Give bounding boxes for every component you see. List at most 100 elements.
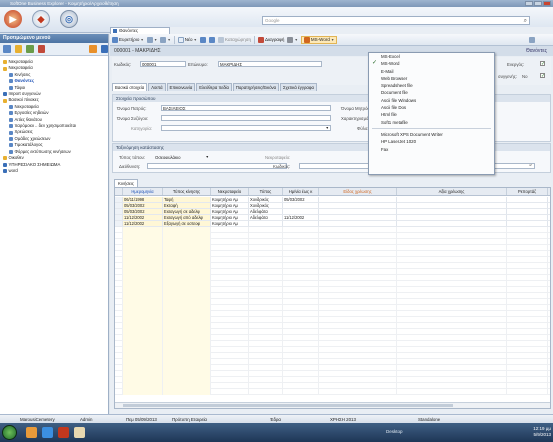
add-icon[interactable] — [26, 45, 34, 53]
scrollbar-thumb[interactable] — [123, 404, 453, 407]
start-button[interactable] — [2, 425, 17, 440]
document-tab[interactable]: Θανόντες — [110, 27, 170, 34]
empty-cell[interactable] — [115, 389, 123, 395]
row-selector[interactable] — [115, 209, 123, 214]
grid-column-header[interactable]: Είδος χρέωσης — [319, 188, 397, 195]
table-cell[interactable] — [507, 221, 548, 226]
surname-field[interactable]: ΜΑΚΡΙΔΗΣ — [218, 61, 322, 67]
row-selector[interactable] — [115, 197, 123, 202]
explorer-icon[interactable] — [26, 427, 37, 438]
new-button[interactable]: Νέο ▼ — [177, 36, 197, 43]
softone-logo-icon[interactable]: ▶ — [4, 10, 22, 28]
table-cell[interactable] — [283, 221, 319, 226]
export-menu-item[interactable]: Html file — [369, 111, 494, 118]
table-cell[interactable]: Ταφή — [163, 197, 211, 202]
record-tab[interactable]: Παρατηρήσεις/Εικόνα — [232, 83, 280, 91]
table-cell[interactable] — [319, 215, 397, 220]
table-cell[interactable]: Εισαγωγή από αδελφ — [163, 215, 211, 220]
code-field[interactable]: 000001 — [140, 61, 186, 67]
export-menu-item[interactable]: ✓ MS-Word — [369, 60, 494, 67]
softone-icon[interactable] — [58, 427, 69, 438]
relative-checkbox[interactable]: ✓ — [540, 73, 545, 79]
table-cell[interactable]: Εισαγωγή σε αδελφ — [163, 209, 211, 214]
empty-cell[interactable] — [507, 389, 548, 395]
table-cell[interactable] — [397, 203, 507, 208]
find-button[interactable]: Ευρετήριο ▼ — [112, 36, 144, 43]
empty-cell[interactable] — [249, 389, 283, 395]
search-input[interactable]: Google ⌕ — [262, 16, 530, 25]
export-menu-item[interactable]: Ascii file Windows — [369, 97, 494, 104]
table-cell[interactable] — [283, 209, 319, 214]
table-cell[interactable]: 06/11/1998 — [123, 197, 163, 202]
search-icon[interactable]: ⌕ — [524, 17, 527, 25]
record-tab[interactable]: Βασικά στοιχεία — [112, 83, 148, 91]
export-menu-item[interactable]: Document file — [369, 89, 494, 96]
minimize-button[interactable] — [525, 1, 533, 6]
row-selector[interactable] — [115, 215, 123, 220]
grid-column-header[interactable]: Ημ/νία έως κ — [283, 188, 319, 195]
table-cell[interactable] — [397, 197, 507, 202]
empty-cell[interactable] — [283, 389, 319, 395]
refresh-button[interactable]: ▼ — [146, 36, 157, 43]
row-selector[interactable] — [115, 203, 123, 208]
folder-icon[interactable] — [14, 45, 22, 53]
export-menu-item[interactable]: Soft1 metafile — [369, 119, 494, 126]
export-menu-item[interactable]: E-Mail — [369, 68, 494, 75]
table-cell[interactable] — [507, 203, 548, 208]
empty-cell[interactable] — [163, 389, 211, 395]
table-cell[interactable] — [319, 197, 397, 202]
search-icon[interactable]: ⌕ — [529, 164, 532, 168]
refresh-icon[interactable] — [100, 45, 108, 53]
table-cell[interactable] — [249, 221, 283, 226]
first-record-button[interactable] — [200, 36, 207, 43]
empty-cell[interactable] — [319, 389, 397, 395]
tools-button[interactable] — [529, 36, 535, 43]
father-field[interactable]: ΒΑΣΙΛΕΙΟΣ — [161, 105, 331, 111]
table-cell[interactable] — [283, 203, 319, 208]
empty-cell[interactable] — [211, 389, 249, 395]
table-cell[interactable]: Κοιμητήριο Αμ — [211, 215, 249, 220]
grid-column-header[interactable]: Τύπος — [249, 188, 283, 195]
delete-icon[interactable] — [37, 45, 45, 53]
record-tab[interactable]: Λοιπά — [148, 83, 166, 91]
table-cell[interactable]: 11/12/2002 — [123, 215, 163, 220]
export-menu-item[interactable]: Ascii file Dos — [369, 104, 494, 111]
table-cell[interactable]: 05/03/2002 — [123, 203, 163, 208]
desktop-toolbar-label[interactable]: Desktop — [386, 429, 403, 434]
table-cell[interactable]: Εξαγωγή σε οστεοφ — [163, 221, 211, 226]
table-cell[interactable]: Χονδρικός — [249, 203, 283, 208]
export-menu-item[interactable]: Web Browser — [369, 75, 494, 82]
browser-icon[interactable] — [42, 427, 53, 438]
table-cell[interactable] — [507, 215, 548, 220]
table-cell[interactable]: Κοιμητήριο Αμ — [211, 197, 249, 202]
row-selector[interactable] — [115, 221, 123, 226]
grid-column-header[interactable]: Τύπος κίνησης — [163, 188, 211, 195]
table-cell[interactable]: Αδελφάτα — [249, 209, 283, 214]
grid-column-header[interactable]: Ρεπορτάζ — [507, 188, 548, 195]
table-cell[interactable] — [319, 203, 397, 208]
grid-column-header[interactable]: Νεκροταφείο — [211, 188, 249, 195]
table-cell[interactable]: Κοιμητήριο Αμ — [211, 209, 249, 214]
address-field[interactable] — [147, 163, 287, 169]
table-cell[interactable] — [507, 197, 548, 202]
delete-button[interactable]: Διαγραφή — [257, 36, 284, 43]
record-tab[interactable]: Ελεύθερα πεδία — [196, 83, 232, 91]
table-cell[interactable]: Κοιμητήριο Αμ — [211, 221, 249, 226]
record-nav[interactable]: Θανόντες — [526, 46, 547, 56]
table-cell[interactable]: 05/03/2002 — [123, 209, 163, 214]
category-select[interactable]: ▼ — [161, 125, 331, 131]
table-cell[interactable] — [397, 215, 507, 220]
table-cell[interactable]: Εκταφή — [163, 203, 211, 208]
table-cell[interactable]: Κοιμητήριο Αμ — [211, 203, 249, 208]
options-button[interactable]: ▼ — [160, 36, 171, 43]
tree-node[interactable]: word — [3, 168, 108, 174]
tab-movements[interactable]: Κινήσεις — [114, 179, 138, 187]
place-type-select[interactable]: Οσεοφυλάκιο ▼ — [153, 154, 211, 160]
empty-cell[interactable] — [123, 389, 163, 395]
back-icon[interactable] — [3, 45, 11, 53]
table-cell[interactable] — [397, 209, 507, 214]
table-cell[interactable]: Αδελφάτα — [249, 215, 283, 220]
print-button[interactable]: ▼ — [287, 36, 298, 43]
system-tray-clock[interactable]: 12:19 μμ 5/9/2013 — [533, 426, 551, 438]
printer-menu-item[interactable]: Fax — [369, 146, 494, 153]
